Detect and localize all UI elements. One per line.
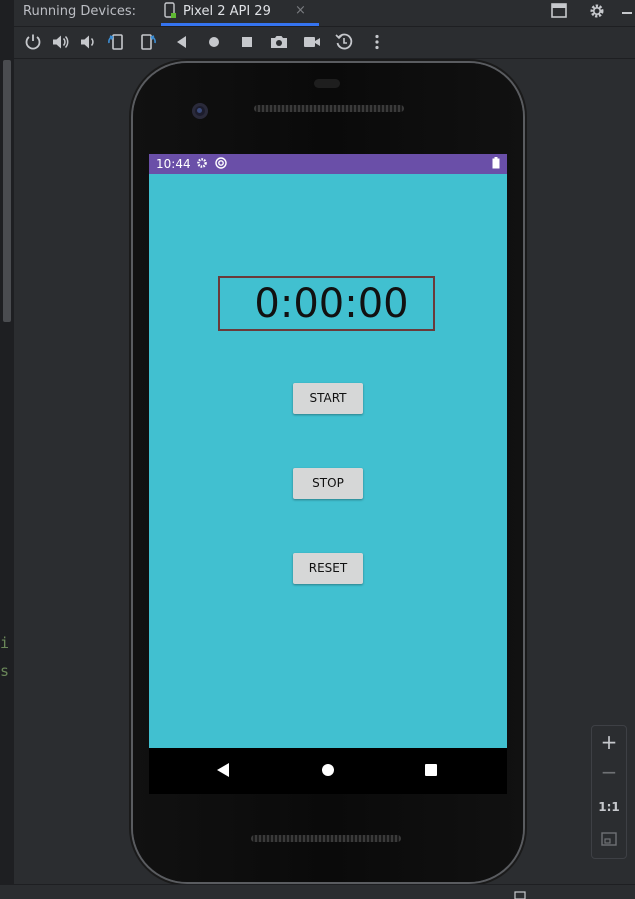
gear-icon[interactable] bbox=[586, 0, 608, 22]
battery-icon bbox=[492, 157, 500, 169]
nav-back-icon[interactable] bbox=[217, 763, 229, 777]
phone-earpiece bbox=[314, 79, 340, 88]
code-fragment-1: i bbox=[0, 634, 10, 652]
rotate-right-icon[interactable] bbox=[138, 32, 158, 52]
volume-down-icon[interactable] bbox=[77, 32, 97, 52]
nav-recents-icon[interactable] bbox=[425, 764, 437, 776]
tab-label: Pixel 2 API 29 bbox=[183, 4, 271, 19]
status-time: 10:44 bbox=[156, 157, 191, 171]
editor-scrollbar[interactable] bbox=[3, 60, 11, 322]
timer-display: 0:00:00 bbox=[218, 276, 435, 331]
zoom-in-button[interactable]: + bbox=[592, 730, 626, 754]
power-icon[interactable] bbox=[23, 32, 43, 52]
bottom-speaker-grille bbox=[251, 835, 401, 842]
home-icon[interactable] bbox=[204, 32, 224, 52]
back-icon[interactable] bbox=[172, 32, 192, 52]
active-tab-indicator bbox=[161, 23, 319, 26]
zoom-out-button[interactable]: − bbox=[592, 760, 626, 784]
sync-notification-icon bbox=[215, 157, 227, 169]
timer-text: 0:00:00 bbox=[254, 280, 409, 327]
ide-status-bar bbox=[0, 884, 635, 899]
device-toolbar bbox=[14, 28, 635, 59]
minimize-icon[interactable] bbox=[621, 7, 633, 19]
android-status-bar: 10:44 bbox=[149, 154, 507, 174]
overview-icon[interactable] bbox=[237, 32, 257, 52]
screenshot-icon[interactable] bbox=[269, 32, 289, 52]
running-devices-tabbar: Running Devices: Pixel 2 API 29 × bbox=[14, 0, 635, 27]
volume-up-icon[interactable] bbox=[50, 32, 70, 52]
panel-title: Running Devices: bbox=[23, 4, 137, 19]
front-camera-icon bbox=[192, 103, 208, 119]
reset-button[interactable]: RESET bbox=[293, 553, 363, 584]
stop-button[interactable]: STOP bbox=[293, 468, 363, 499]
device-icon bbox=[164, 2, 176, 18]
code-fragment-2: s bbox=[0, 662, 10, 680]
top-speaker-grille bbox=[254, 105, 404, 112]
zoom-controls: + − 1:1 bbox=[591, 725, 627, 859]
start-button[interactable]: START bbox=[293, 383, 363, 414]
screen-record-icon[interactable] bbox=[302, 32, 322, 52]
more-icon[interactable] bbox=[367, 32, 387, 52]
settings-notification-icon bbox=[197, 158, 207, 168]
rotate-left-icon[interactable] bbox=[106, 32, 126, 52]
close-tab-icon[interactable]: × bbox=[295, 3, 306, 18]
nav-home-icon[interactable] bbox=[322, 764, 334, 776]
device-screen[interactable]: 10:44 0:00:00 START STOP RESET bbox=[149, 154, 507, 748]
editor-gutter bbox=[0, 0, 14, 898]
snapshot-icon[interactable] bbox=[334, 32, 354, 52]
tab-pixel-2-api-29[interactable]: Pixel 2 API 29 × bbox=[161, 0, 319, 26]
android-nav-bar bbox=[149, 748, 507, 794]
zoom-fit-icon[interactable] bbox=[600, 830, 618, 848]
window-icon[interactable] bbox=[548, 0, 570, 22]
zoom-actual-size-button[interactable]: 1:1 bbox=[592, 800, 626, 814]
